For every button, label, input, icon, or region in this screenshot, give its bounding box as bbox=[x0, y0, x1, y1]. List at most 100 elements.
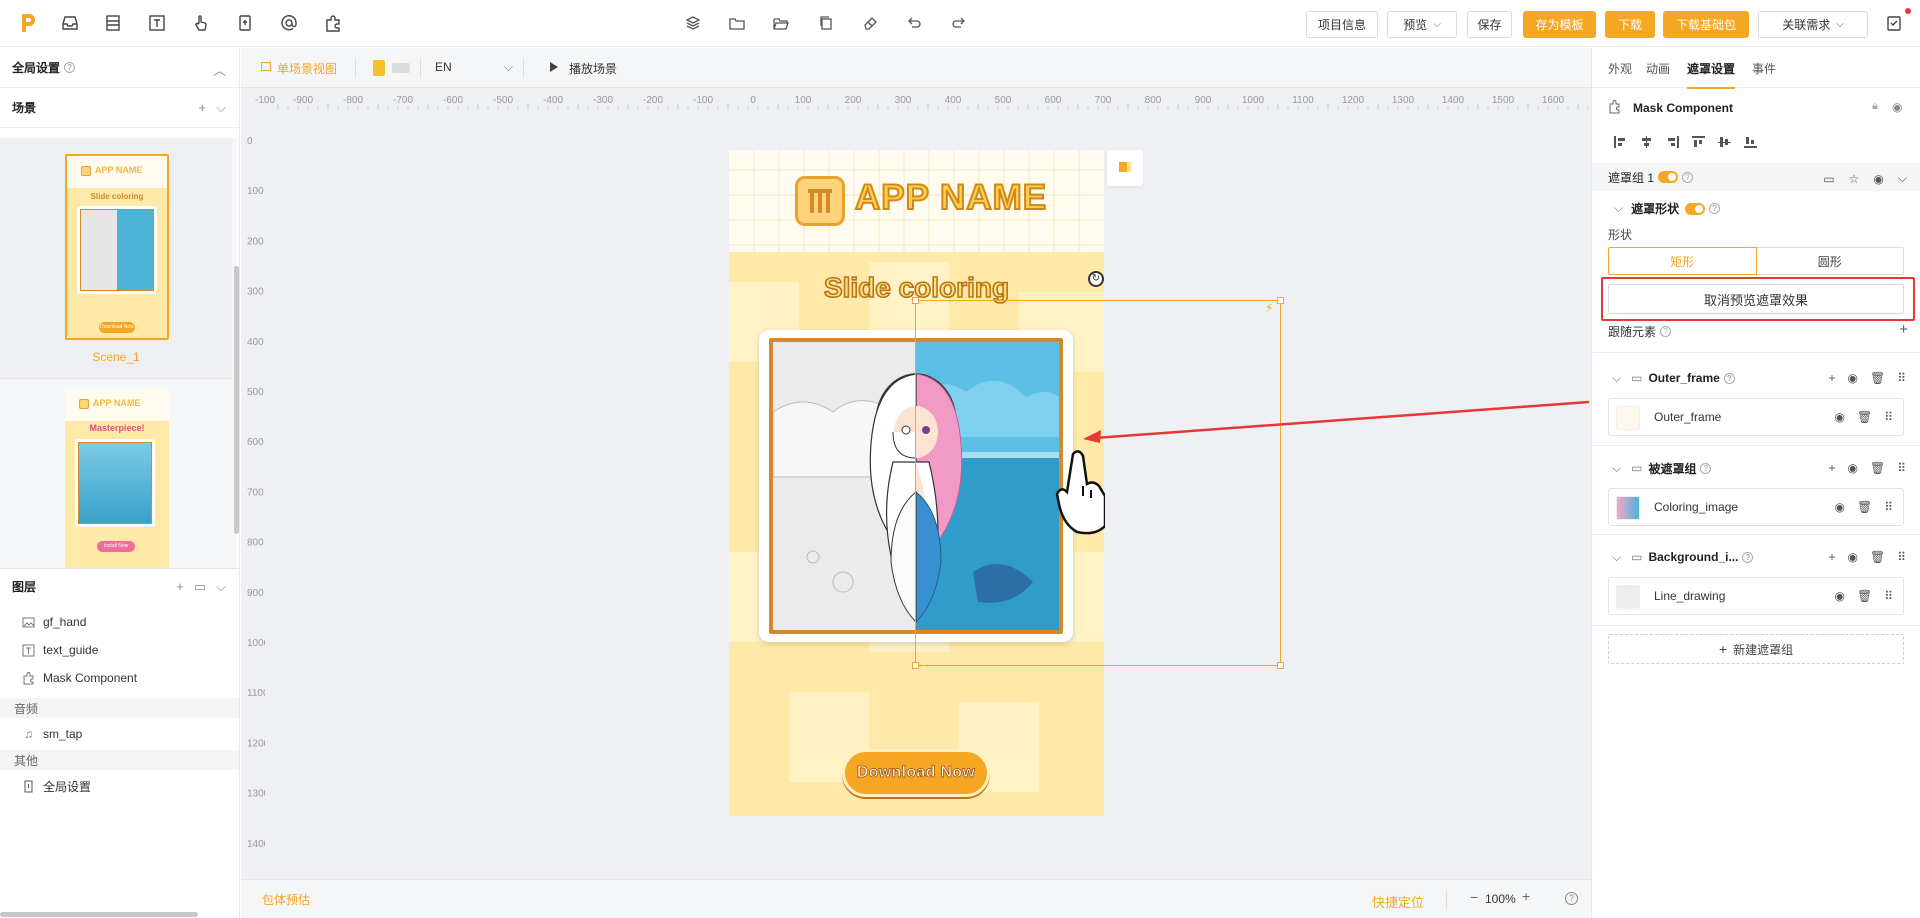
zoom-in-icon[interactable]: + bbox=[1522, 888, 1530, 904]
group-item-coloring-image[interactable]: Coloring_image ◉ 🗑︎ ⠿ bbox=[1608, 488, 1904, 526]
play-icon[interactable] bbox=[550, 62, 558, 72]
canvas-area[interactable]: 单场景视图 EN ⌵ 播放场景 -100 -900 -800 -700 -600 -500… bbox=[241, 48, 1591, 918]
eye-icon[interactable]: ◉ bbox=[1834, 410, 1844, 424]
mask-shape-toggle[interactable] bbox=[1685, 202, 1706, 215]
chevron-up-icon[interactable]: ︿ bbox=[213, 60, 226, 79]
trash-icon[interactable]: 🗑︎ bbox=[1857, 589, 1872, 603]
align-bottom-icon[interactable] bbox=[1744, 136, 1757, 148]
align-left-icon[interactable] bbox=[1614, 136, 1627, 148]
related-requirements-dropdown[interactable]: 关联需求 ⌵ bbox=[1758, 11, 1868, 38]
new-mask-group-button[interactable]: + 新建遮罩组 bbox=[1608, 634, 1904, 664]
save-button[interactable]: 保存 bbox=[1467, 11, 1512, 38]
view-mode-label[interactable]: 单场景视图 bbox=[277, 60, 337, 77]
chevron-down-icon[interactable]: ⌵ bbox=[216, 579, 226, 595]
layer-item[interactable]: text_guide bbox=[0, 636, 239, 664]
tab-animation[interactable]: 动画 bbox=[1646, 60, 1670, 77]
save-template-button[interactable]: 存为模板 bbox=[1523, 11, 1596, 38]
help-icon[interactable]: ? bbox=[64, 62, 76, 73]
zoom-out-icon[interactable]: − bbox=[1470, 889, 1478, 905]
project-info-button[interactable]: 项目信息 bbox=[1306, 11, 1378, 38]
horizontal-scrollbar[interactable] bbox=[0, 912, 198, 917]
scene-scrollbar[interactable] bbox=[234, 266, 239, 534]
drag-handle-icon[interactable]: ⠿ bbox=[1884, 410, 1893, 424]
help-icon[interactable]: ? bbox=[1700, 462, 1712, 474]
layer-item[interactable]: gf_hand bbox=[0, 608, 239, 636]
help-icon[interactable]: ? bbox=[1709, 203, 1721, 214]
trash-icon[interactable]: 🗑︎ bbox=[1870, 461, 1885, 475]
folder-icon[interactable]: ▭ bbox=[1823, 172, 1834, 186]
group-header-masked[interactable]: ⌵ ▭ 被遮罩组 ? + ◉ 🗑︎ ⠿ bbox=[1606, 456, 1906, 480]
eye-icon[interactable]: ◉ bbox=[1847, 461, 1857, 475]
shape-option-rect[interactable]: 矩形 bbox=[1608, 247, 1757, 275]
eye-icon[interactable]: ◉ bbox=[1847, 371, 1857, 385]
help-icon[interactable]: ? bbox=[1682, 171, 1694, 183]
layout-icon[interactable] bbox=[102, 12, 124, 34]
trash-icon[interactable]: 🗑︎ bbox=[1870, 371, 1885, 385]
add-icon[interactable]: + bbox=[1899, 321, 1908, 338]
selection-box[interactable] bbox=[915, 300, 1281, 666]
resize-handle[interactable] bbox=[912, 297, 919, 304]
resize-handle[interactable] bbox=[1277, 297, 1284, 304]
help-icon[interactable]: ? bbox=[1660, 326, 1672, 337]
trash-icon[interactable]: 🗑︎ bbox=[1857, 500, 1872, 514]
frame-indicator[interactable] bbox=[1107, 150, 1143, 186]
tab-mask-settings[interactable]: 遮罩设置 bbox=[1687, 60, 1736, 89]
chevron-down-icon[interactable]: ⌵ bbox=[1612, 371, 1621, 386]
star-icon[interactable]: ☆ bbox=[1849, 172, 1860, 186]
plugin-icon[interactable] bbox=[322, 12, 344, 34]
quick-locate-button[interactable]: 快捷定位 bbox=[1372, 892, 1424, 911]
align-center-v-icon[interactable] bbox=[1718, 136, 1731, 148]
tab-appearance[interactable]: 外观 bbox=[1608, 60, 1632, 77]
drag-handle-icon[interactable]: ⠿ bbox=[1897, 461, 1906, 475]
rotate-handle-icon[interactable]: ↻ bbox=[1088, 271, 1104, 287]
global-settings-header[interactable]: 全局设置? ︿ bbox=[0, 48, 239, 88]
folder-icon[interactable]: ▭ bbox=[194, 579, 206, 595]
trash-icon[interactable]: 🗑︎ bbox=[1857, 410, 1872, 424]
help-icon[interactable]: ? bbox=[1723, 372, 1735, 384]
zoom-level[interactable]: 100% bbox=[1485, 892, 1516, 906]
chevron-down-icon[interactable]: ⌵ bbox=[1614, 201, 1623, 216]
drag-handle-icon[interactable]: ⠿ bbox=[1897, 371, 1906, 385]
scene-item-1[interactable]: APP NAME Slide coloring Download Now Sce… bbox=[0, 138, 232, 378]
language-select[interactable]: EN ⌵ bbox=[435, 60, 513, 74]
hand-tool-icon[interactable] bbox=[190, 12, 212, 34]
chevron-down-icon[interactable]: ⌵ bbox=[1612, 461, 1621, 476]
cancel-preview-button[interactable]: 取消预览遮罩效果 bbox=[1608, 284, 1904, 314]
shape-option-circle[interactable]: 圆形 bbox=[1756, 247, 1904, 275]
add-icon[interactable]: + bbox=[1828, 550, 1835, 564]
inbox-icon[interactable] bbox=[59, 12, 81, 34]
group-item-line-drawing[interactable]: Line_drawing ◉ 🗑︎ ⠿ bbox=[1608, 577, 1904, 615]
folder-icon[interactable] bbox=[726, 12, 748, 34]
lock-icon[interactable]: 🔒︎ bbox=[1872, 100, 1878, 113]
audio-item[interactable]: ♫ sm_tap bbox=[0, 720, 239, 748]
mask-group-toggle[interactable] bbox=[1658, 171, 1679, 183]
resize-handle[interactable] bbox=[1277, 662, 1284, 669]
color-swatch-active[interactable] bbox=[373, 60, 385, 76]
folder-open-icon[interactable] bbox=[770, 12, 792, 34]
color-swatch-inactive[interactable] bbox=[392, 63, 410, 73]
layers-icon[interactable] bbox=[682, 12, 704, 34]
drag-handle-icon[interactable]: ⠿ bbox=[1897, 550, 1906, 564]
undo-icon[interactable] bbox=[903, 12, 925, 34]
align-right-icon[interactable] bbox=[1666, 136, 1679, 148]
download-button[interactable]: 下载 bbox=[1605, 11, 1655, 38]
help-icon[interactable]: ? bbox=[1742, 551, 1754, 563]
layer-item[interactable]: Mask Component bbox=[0, 664, 239, 692]
text-tool-icon[interactable] bbox=[146, 12, 168, 34]
task-check-icon[interactable] bbox=[1883, 12, 1905, 34]
copy-icon[interactable] bbox=[815, 12, 837, 34]
scene-thumbnail[interactable]: APP NAME Slide coloring Download Now bbox=[65, 154, 169, 340]
chevron-down-icon[interactable]: ⌵ bbox=[1612, 550, 1621, 565]
drag-handle-icon[interactable]: ⠿ bbox=[1884, 500, 1893, 514]
download-base-button[interactable]: 下载基础包 bbox=[1663, 11, 1749, 38]
app-logo-icon[interactable] bbox=[17, 12, 39, 34]
eye-icon[interactable]: ◉ bbox=[1892, 100, 1902, 114]
tab-events[interactable]: 事件 bbox=[1752, 60, 1776, 77]
device-icon[interactable] bbox=[234, 12, 256, 34]
align-center-h-icon[interactable] bbox=[1640, 136, 1653, 148]
add-icon[interactable]: + bbox=[199, 100, 207, 116]
group-item-outer-frame[interactable]: Outer_frame ◉ 🗑︎ ⠿ bbox=[1608, 398, 1904, 436]
add-icon[interactable]: + bbox=[176, 579, 184, 595]
group-header-outer-frame[interactable]: ⌵ ▭ Outer_frame ? + ◉ 🗑︎ ⠿ bbox=[1606, 366, 1906, 390]
eye-icon[interactable]: ◉ bbox=[1834, 589, 1844, 603]
